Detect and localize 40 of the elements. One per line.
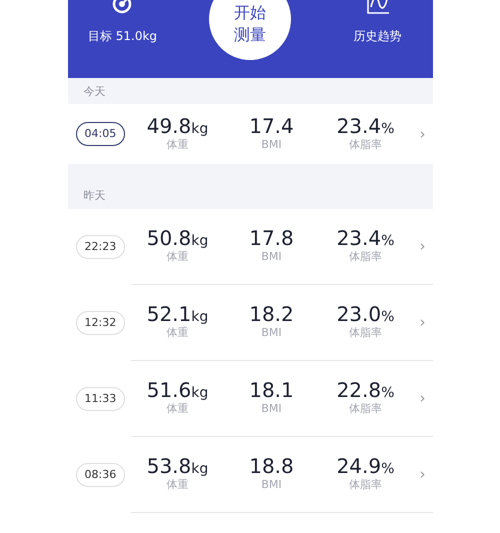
- bmi-label: BMI: [261, 325, 282, 342]
- bmi-label: BMI: [261, 401, 282, 418]
- body-fat-label: 体脂率: [349, 477, 382, 494]
- time-pill[interactable]: 04:05: [76, 122, 126, 146]
- section-label: 今天: [84, 85, 106, 98]
- bmi-value: 17.4: [249, 114, 294, 137]
- time-pill[interactable]: 22:23: [76, 234, 126, 260]
- bmi-value: 17.8: [249, 227, 294, 250]
- weight-value: 51.6kg: [146, 379, 208, 402]
- weight-value: 53.8kg: [146, 455, 208, 478]
- bmi-value: 18.2: [249, 303, 294, 326]
- body-fat-value: 23.4%: [336, 114, 394, 137]
- weight-value: 50.8kg: [146, 227, 208, 250]
- body-fat-value: 23.0%: [336, 303, 394, 326]
- goal-text[interactable]: 目标 51.0kg: [88, 27, 158, 45]
- weight-label: 体重: [166, 325, 188, 342]
- start-measure-button[interactable]: 开始测量: [209, 0, 291, 60]
- weight-label: 体重: [166, 477, 188, 494]
- bmi-label: BMI: [261, 477, 282, 494]
- weight-value: 49.8kg: [146, 114, 208, 137]
- bmi-value: 18.8: [249, 455, 294, 478]
- section-label: 昨天: [84, 189, 106, 202]
- weight-value: 52.1 kg: [146, 303, 208, 326]
- body-fat-label: 体脂率: [349, 325, 382, 342]
- body-fat-value: 22.8%: [336, 379, 394, 402]
- body-fat-label: 体脂率: [349, 401, 382, 418]
- time-pill[interactable]: 12:32: [76, 310, 126, 336]
- body-fat-label: 体脂率: [349, 249, 382, 266]
- weight-label: 体重: [166, 401, 188, 418]
- body-fat-value: 24.9%: [336, 455, 394, 478]
- bmi-label: BMI: [261, 249, 282, 266]
- bmi-label: BMI: [261, 136, 282, 153]
- body-fat-label: 体脂率: [349, 136, 382, 153]
- body-fat-value: 23.4%: [336, 227, 394, 250]
- time-pill[interactable]: 11:33: [76, 386, 126, 412]
- time-pill[interactable]: 08:36: [76, 462, 126, 488]
- weight-label: 体重: [166, 249, 188, 266]
- weight-label: 体重: [166, 136, 188, 153]
- bmi-value: 18.1: [249, 379, 294, 402]
- history-trend-link[interactable]: 历史趋势: [354, 27, 402, 45]
